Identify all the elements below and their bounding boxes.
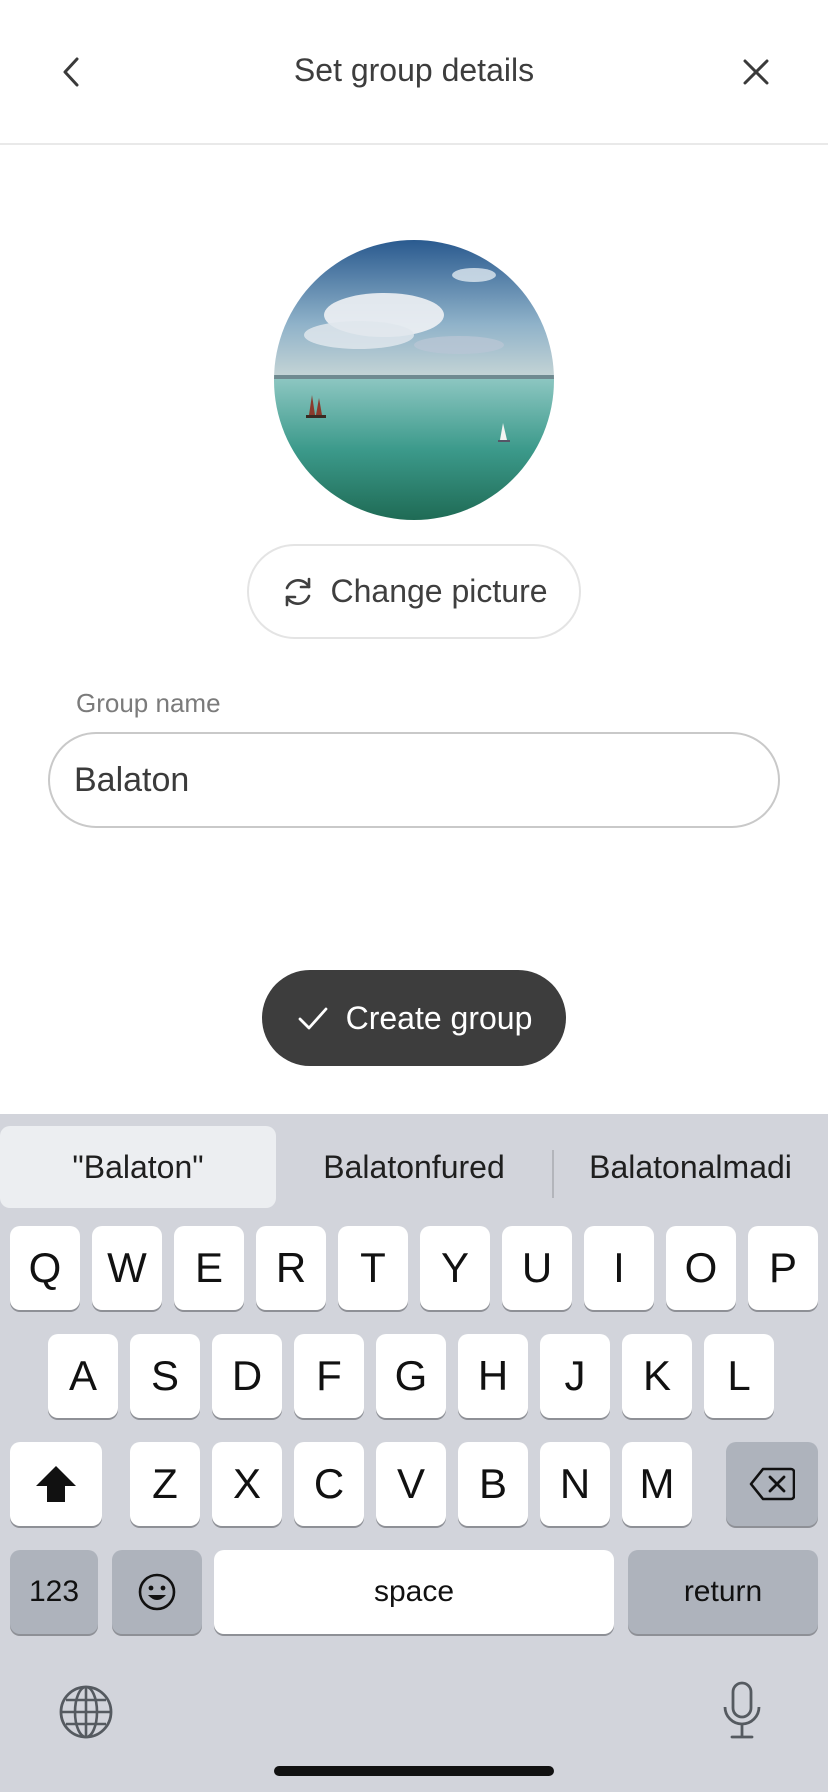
key-z[interactable]: Z: [130, 1442, 200, 1526]
key-l[interactable]: L: [704, 1334, 774, 1418]
key-d[interactable]: D: [212, 1334, 282, 1418]
key-g[interactable]: G: [376, 1334, 446, 1418]
key-q[interactable]: Q: [10, 1226, 80, 1310]
key-n[interactable]: N: [540, 1442, 610, 1526]
change-picture-button[interactable]: Change picture: [247, 544, 581, 639]
key-c[interactable]: C: [294, 1442, 364, 1526]
page-title: Set group details: [293, 52, 535, 88]
key-w[interactable]: W: [92, 1226, 162, 1310]
backspace-key[interactable]: [726, 1442, 818, 1526]
home-indicator: [274, 1766, 554, 1776]
key-o[interactable]: O: [666, 1226, 736, 1310]
key-m[interactable]: M: [622, 1442, 692, 1526]
key-t[interactable]: T: [338, 1226, 408, 1310]
group-avatar: [274, 240, 554, 520]
emoji-icon: [138, 1573, 176, 1611]
space-key[interactable]: space: [214, 1550, 614, 1634]
suggestion-3[interactable]: Balatonalmadi: [553, 1126, 828, 1208]
key-a[interactable]: A: [48, 1334, 118, 1418]
key-p[interactable]: P: [748, 1226, 818, 1310]
close-icon: [743, 59, 769, 85]
globe-icon: [59, 1685, 113, 1739]
suggestion-1[interactable]: "Balaton": [0, 1126, 276, 1208]
key-s[interactable]: S: [130, 1334, 200, 1418]
refresh-icon: [286, 577, 311, 606]
change-picture-label: Change picture: [330, 573, 548, 609]
return-key[interactable]: return: [628, 1550, 818, 1634]
key-i[interactable]: I: [584, 1226, 654, 1310]
emoji-key[interactable]: [112, 1550, 202, 1634]
top-bar: Set group details: [0, 0, 828, 145]
shift-icon: [36, 1466, 76, 1502]
key-u[interactable]: U: [502, 1226, 572, 1310]
create-group-label: Create group: [345, 999, 533, 1036]
group-name-label: Group name: [76, 688, 221, 718]
key-b[interactable]: B: [458, 1442, 528, 1526]
keyboard: "Balaton" Balatonfured Balatonalmadi Q W…: [0, 1114, 828, 1792]
group-name-input[interactable]: [48, 732, 780, 828]
key-k[interactable]: K: [622, 1334, 692, 1418]
key-e[interactable]: E: [174, 1226, 244, 1310]
dictation-button[interactable]: [712, 1676, 772, 1746]
suggestion-2[interactable]: Balatonfured: [276, 1126, 552, 1208]
numbers-key[interactable]: 123: [10, 1550, 98, 1634]
backspace-icon: [749, 1467, 795, 1501]
key-j[interactable]: J: [540, 1334, 610, 1418]
key-h[interactable]: H: [458, 1334, 528, 1418]
globe-button[interactable]: [56, 1682, 116, 1742]
check-icon: [298, 1007, 328, 1030]
shift-key[interactable]: [10, 1442, 102, 1526]
key-y[interactable]: Y: [420, 1226, 490, 1310]
create-group-button[interactable]: Create group: [262, 970, 566, 1066]
microphone-icon: [723, 1681, 761, 1739]
key-x[interactable]: X: [212, 1442, 282, 1526]
close-button[interactable]: [724, 40, 788, 104]
key-f[interactable]: F: [294, 1334, 364, 1418]
key-r[interactable]: R: [256, 1226, 326, 1310]
key-v[interactable]: V: [376, 1442, 446, 1526]
